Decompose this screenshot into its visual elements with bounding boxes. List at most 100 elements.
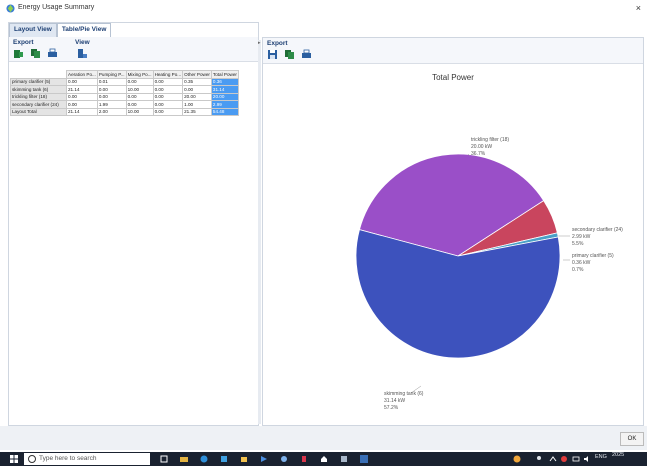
volume-icon[interactable] [583, 455, 591, 463]
left-toolbar: Export View [9, 37, 258, 62]
table-cell: 0.00 [66, 77, 98, 86]
export-copy-icon[interactable] [30, 48, 41, 59]
taskbar: Type here to search ENG 2025 [0, 452, 647, 466]
tray-app-icon[interactable] [513, 455, 521, 463]
slice-label: skimming tank (6) [384, 391, 424, 397]
search-icon [28, 455, 36, 463]
table-cell: 0.00 [152, 77, 184, 86]
slice-value-label: 0.36 kW [572, 260, 591, 266]
slice-label: primary clarifier (5) [572, 253, 614, 259]
export-group-label: Export [13, 39, 34, 46]
row-label: secondary clarifier (24) [10, 100, 67, 109]
ok-button[interactable]: OK [620, 432, 644, 446]
slice-value-label: 31.14 kW [384, 398, 405, 404]
table-row[interactable]: Layout Total 21.14 2.00 10.00 0.00 21.35… [10, 107, 239, 116]
table-cell: 21.35 [182, 107, 212, 116]
clock-year[interactable]: 2025 [612, 452, 624, 458]
tab-table-pie-view[interactable]: Table/Pie View [56, 23, 112, 37]
user-icon[interactable] [535, 455, 543, 463]
total-cell: 20.00 [210, 92, 239, 101]
windows-start-icon[interactable] [10, 455, 18, 463]
close-button[interactable]: × [636, 3, 641, 13]
app-icon [6, 4, 15, 13]
export-excel-icon[interactable] [13, 48, 24, 59]
table-row[interactable]: primary clarifier (5) 0.00 0.01 0.00 0.0… [10, 77, 239, 86]
row-label: trickling filter (18) [10, 92, 67, 101]
table-cell: 10.00 [125, 85, 154, 94]
table-cell: 2.00 [96, 107, 127, 116]
left-panel: Layout View Table/Pie View Export View A… [8, 22, 259, 426]
column-header[interactable]: Aeration Po... [66, 70, 98, 79]
slice-percent-label: 0.7% [572, 267, 584, 273]
table-cell: 0.00 [96, 92, 127, 101]
column-header[interactable]: Total Power [210, 70, 239, 79]
table-cell: 0.00 [96, 85, 127, 94]
table-cell: 0.00 [66, 100, 98, 109]
app-blue-icon[interactable] [260, 455, 268, 463]
table-row[interactable]: trickling filter (18) 0.00 0.00 0.00 0.0… [10, 92, 239, 101]
view-group-label: View [75, 39, 90, 46]
task-view-icon[interactable] [160, 455, 168, 463]
view-table-icon[interactable] [77, 48, 88, 59]
app-grid-icon[interactable] [280, 455, 288, 463]
view-tabs: Layout View Table/Pie View [9, 23, 112, 37]
taskbar-search-box[interactable]: Type here to search [24, 453, 150, 465]
search-placeholder: Type here to search [39, 455, 97, 462]
row-label: skimming tank (6) [10, 85, 67, 94]
table-cell: 0.35 [182, 77, 212, 86]
panel-splitter[interactable]: ▸ [258, 40, 261, 424]
pie-chart: trickling filter (18)20.00 kW36.7% second… [355, 137, 623, 411]
slice-percent-label: 36.7% [471, 151, 486, 157]
dialog-footer [0, 426, 647, 450]
slice-percent-label: 57.2% [384, 405, 399, 411]
total-cell: 0.36 [210, 77, 239, 86]
corner-cell [10, 70, 67, 78]
total-cell: 31.14 [210, 85, 239, 94]
table-cell: 0.00 [152, 107, 184, 116]
title-bar: Energy Usage Summary × [0, 0, 647, 18]
table-cell: 10.00 [125, 107, 154, 116]
collapse-arrow-icon[interactable]: ▸ [258, 40, 261, 46]
table-cell: 0.00 [125, 100, 154, 109]
table-cell: 0.00 [66, 92, 98, 101]
edge-icon[interactable] [200, 455, 208, 463]
column-header[interactable]: Mixing Po... [125, 70, 154, 79]
app-tool-icon[interactable] [340, 455, 348, 463]
table-cell: 0.01 [96, 77, 127, 86]
app-home-icon[interactable] [320, 455, 328, 463]
table-cell: 20.00 [182, 92, 212, 101]
slice-label: trickling filter (18) [471, 137, 509, 143]
table-cell: 21.14 [66, 107, 98, 116]
row-label: primary clarifier (5) [10, 77, 67, 86]
table-row[interactable]: secondary clarifier (24) 0.00 1.99 0.00 … [10, 100, 239, 109]
print-icon[interactable] [47, 48, 58, 59]
slice-percent-label: 5.5% [572, 241, 584, 247]
table-cell: 1.00 [182, 100, 212, 109]
slice-value-label: 20.00 kW [471, 144, 492, 150]
right-panel: Export Total Power trickling filter (18)… [262, 37, 644, 426]
energy-app-icon[interactable] [360, 455, 368, 463]
explorer-icon[interactable] [180, 455, 188, 463]
language-indicator[interactable]: ENG [595, 454, 607, 460]
table-cell: 0.00 [152, 92, 184, 101]
table-row[interactable]: skimming tank (6) 21.14 0.00 10.00 0.00 … [10, 85, 239, 94]
column-header[interactable]: Pumping P... [96, 70, 127, 79]
column-header[interactable]: Other Power [182, 70, 212, 79]
row-label: Layout Total [10, 107, 67, 116]
table-cell: 21.14 [66, 85, 98, 94]
table-cell: 0.00 [125, 77, 154, 86]
slice-label: secondary clarifier (24) [572, 227, 623, 233]
network-icon[interactable] [572, 455, 580, 463]
tray-chevron-icon[interactable] [549, 455, 557, 463]
tab-layout-view[interactable]: Layout View [9, 23, 57, 37]
table-header-row: Aeration Po... Pumping P... Mixing Po...… [10, 70, 239, 79]
column-header[interactable]: Heating Po... [152, 70, 184, 79]
store-icon[interactable] [240, 455, 248, 463]
app-red-icon[interactable] [300, 455, 308, 463]
files-icon[interactable] [220, 455, 228, 463]
table-cell: 0.00 [182, 85, 212, 94]
table-cell: 0.00 [152, 100, 184, 109]
total-cell: 54.48 [210, 107, 239, 116]
total-cell: 2.99 [210, 100, 239, 109]
notification-badge-icon[interactable] [560, 455, 568, 463]
